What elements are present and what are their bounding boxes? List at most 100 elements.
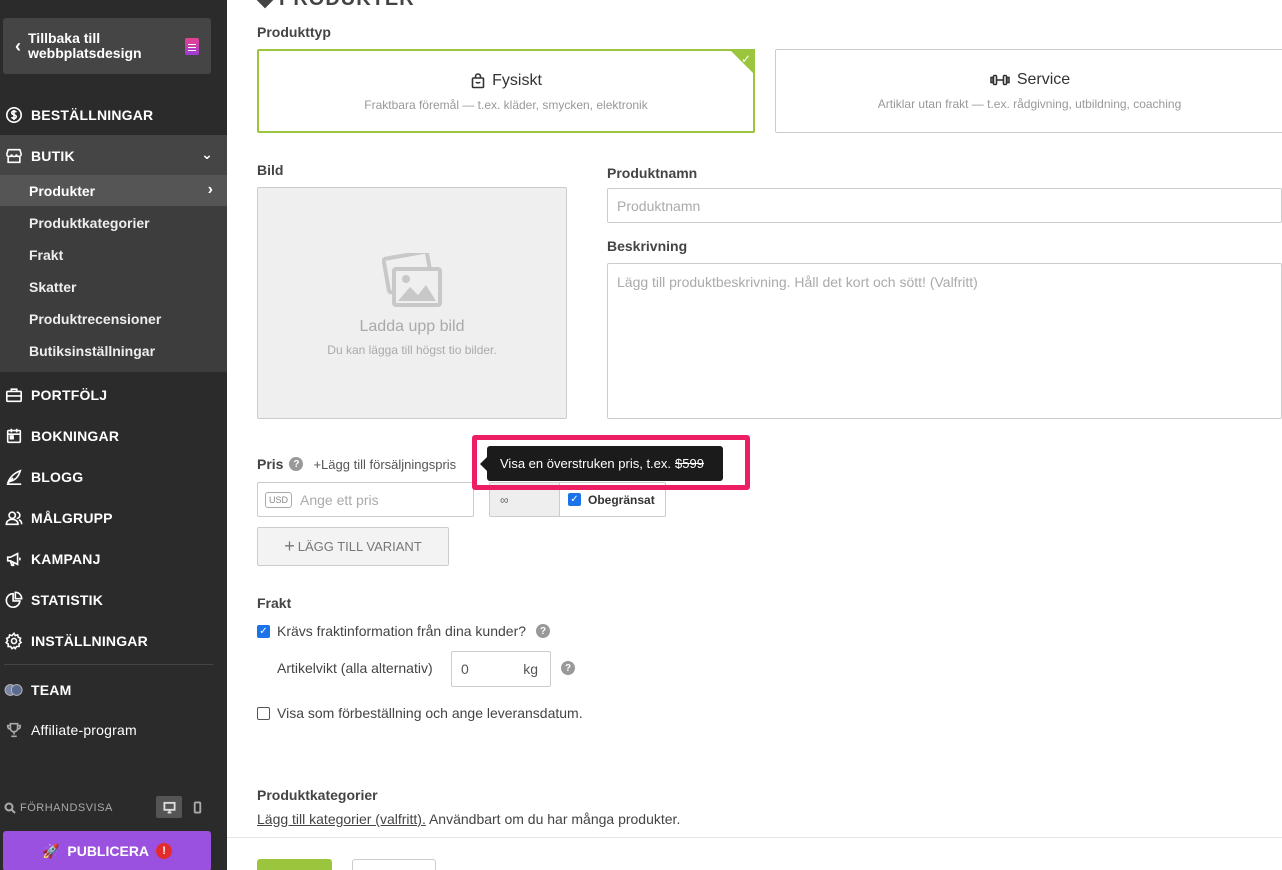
sidebar-item-shop-settings[interactable]: Butiksinställningar [29,343,155,359]
weight-input[interactable]: 0 kg [451,651,551,687]
users-icon [4,508,24,528]
page-title: PRODUKTER [253,0,415,11]
bottom-divider [227,837,1282,838]
sidebar-item-products[interactable]: Produkter [29,183,95,199]
nav-audience[interactable]: MÅLGRUPP [0,507,227,529]
nav-statistics-label: STATISTIK [31,592,104,608]
desktop-icon [162,801,176,814]
team-avatars-icon [4,680,24,700]
nav-settings-label: INSTÄLLNINGAR [31,633,148,649]
publish-label: PUBLICERA [67,843,150,859]
description-label: Beskrivning [607,238,688,254]
pen-icon [4,467,24,487]
categories-row: Lägg till kategorier (valfritt). Användb… [257,811,680,827]
gear-icon [4,631,24,651]
warning-badge: ! [156,843,173,859]
unlimited-checkbox[interactable]: ✓ [568,493,581,506]
preorder-checkbox[interactable] [257,706,270,720]
chevron-left-icon: ‹ [15,35,21,56]
shopping-bag-icon [471,73,485,89]
nav-campaign-label: KAMPANJ [31,551,101,567]
weight-unit: kg [523,661,538,677]
back-label: Tillbaka till webbplatsdesign [28,30,142,61]
type-card-service[interactable]: Service Artiklar utan frakt — t.ex. rådg… [775,49,1282,133]
price-input[interactable]: USD Ange ett pris [257,482,474,517]
help-icon[interactable]: ? [536,624,551,638]
sidebar: ‹ Tillbaka till webbplatsdesign BESTÄLLN… [0,0,227,870]
cancel-button[interactable] [352,859,436,870]
save-button[interactable] [257,859,332,870]
nav-shop[interactable]: BUTIK ⌄ [0,145,227,167]
nav-orders-label: BESTÄLLNINGAR [31,107,154,123]
publish-button[interactable]: 🚀 PUBLICERA ! [3,831,211,870]
sale-price-tooltip: Visa en överstruken pris, t.ex. $599 [480,446,723,481]
type-service-title: Service [776,71,1282,89]
type-physical-title: Fysiskt [259,72,753,90]
image-upload-icon [382,253,442,307]
sidebar-item-taxes[interactable]: Skatter [29,279,76,295]
add-variant-button[interactable]: + LÄGG TILL VARIANT [257,527,449,566]
help-icon[interactable]: ? [289,457,304,471]
categories-label: Produktkategorier [257,787,378,803]
pie-chart-icon [4,590,24,610]
nav-blog[interactable]: BLOGG [0,466,227,488]
sidebar-item-shipping[interactable]: Frakt [29,247,63,263]
sidebar-item-reviews[interactable]: Produktrecensioner [29,311,161,327]
calendar-icon [4,426,24,446]
preorder-row[interactable]: Visa som förbeställning och ange leveran… [257,705,583,721]
tooltip-text: Visa en överstruken pris, t.ex. [500,456,672,471]
categories-hint: Användbart om du har många produkter. [425,811,681,827]
nav-team[interactable]: TEAM [0,679,227,701]
rocket-icon: 🚀 [41,842,60,859]
preview-label: FÖRHANDSVISA [20,802,113,814]
store-icon [4,146,24,166]
page-icon [185,38,199,55]
nav-team-label: TEAM [31,682,72,698]
nav-affiliate[interactable]: Affiliate-program [0,719,227,741]
image-label: Bild [257,162,284,178]
preview-row: FÖRHANDSVISA [4,796,214,820]
add-categories-link[interactable]: Lägg till kategorier (valfritt). [257,811,426,827]
mobile-icon [193,800,201,814]
description-textarea[interactable]: Lägg till produktbeskrivning. Håll det k… [607,263,1282,419]
weight-value: 0 [461,661,469,677]
unlimited-label: Obegränsat [588,492,655,507]
add-sale-price-link[interactable]: +Lägg till försäljningspris [313,457,456,472]
sidebar-item-categories[interactable]: Produktkategorier [29,215,150,231]
nav-settings[interactable]: INSTÄLLNINGAR [0,630,227,652]
nav-blog-label: BLOGG [31,469,84,485]
trophy-icon [4,720,24,740]
product-type-label: Produkttyp [257,24,331,40]
nav-statistics[interactable]: STATISTIK [0,589,227,611]
back-to-design-button[interactable]: ‹ Tillbaka till webbplatsdesign [3,18,211,74]
megaphone-icon [4,549,24,569]
mobile-preview-button[interactable] [184,796,210,818]
nav-bookings-label: BOKNINGAR [31,428,120,444]
briefcase-icon [4,385,24,405]
plus-icon: + [284,536,295,556]
shipping-required-row[interactable]: ✓ Krävs fraktinformation från dina kunde… [257,623,551,639]
search-icon [4,802,16,814]
shipping-label: Frakt [257,595,292,611]
image-upload-area[interactable]: Ladda upp bild Du kan lägga till högst t… [257,187,567,419]
nav-orders[interactable]: BESTÄLLNINGAR [0,104,227,126]
type-service-desc: Artiklar utan frakt — t.ex. rådgivning, … [877,97,1182,111]
main-content: PRODUKTER Produkttyp ✓ Fysiskt Fraktbara… [227,0,1282,870]
price-placeholder: Ange ett pris [300,491,379,508]
chevron-down-icon: ⌄ [201,146,213,162]
nav-campaign[interactable]: KAMPANJ [0,548,227,570]
nav-portfolio[interactable]: PORTFÖLJ [0,384,227,406]
nav-bookings[interactable]: BOKNINGAR [0,425,227,447]
weight-label: Artikelvikt (alla alternativ) [277,660,433,676]
shipping-required-checkbox[interactable]: ✓ [257,624,270,638]
nav-affiliate-label: Affiliate-program [31,722,137,738]
shipping-required-label: Krävs fraktinformation från dina kunder? [277,623,527,639]
dollar-icon [4,105,24,125]
help-icon[interactable]: ? [561,661,575,675]
price-row: Pris ? +Lägg till försäljningspris [257,456,456,472]
type-card-physical[interactable]: ✓ Fysiskt Fraktbara föremål — t.ex. kläd… [257,49,755,133]
upload-title: Ladda upp bild [359,318,465,335]
product-name-input[interactable]: Produktnamn [607,188,1282,223]
desktop-preview-button[interactable] [156,796,182,818]
preorder-label: Visa som förbeställning och ange leveran… [277,705,583,721]
